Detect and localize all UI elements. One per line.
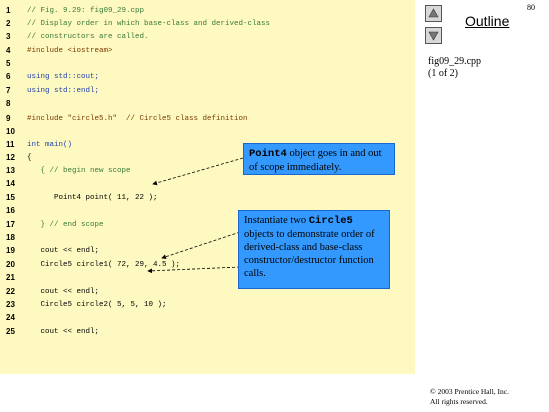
copyright-line-2: All rights reserved. (430, 397, 488, 406)
callout-circle5-pre: Instantiate two (244, 215, 309, 226)
arrow-to-line-13 (152, 157, 244, 186)
next-slide-button[interactable] (425, 27, 442, 44)
previous-slide-button[interactable] (425, 5, 442, 22)
callout-circle5-text: objects to demonstrate order of derived-… (244, 229, 375, 279)
page-number: 80 (527, 3, 535, 12)
callout-point4: Point4 object goes in and out of scope i… (243, 143, 395, 175)
down-arrow-icon (428, 31, 439, 41)
callout-circle5: Instantiate two Circle5 objects to demon… (238, 210, 390, 289)
callout-circle5-code: Circle5 (308, 215, 353, 227)
arrow-to-line-23 (147, 266, 241, 274)
outline-link[interactable]: Outline (465, 13, 509, 29)
callout-point4-code: Point4 (249, 148, 287, 160)
file-name: fig09_29.cpp (428, 56, 482, 67)
copyright-line-1: © 2003 Prentice Hall, Inc. (430, 387, 510, 396)
up-arrow-icon (428, 8, 439, 18)
arrow-to-line-20 (161, 231, 241, 260)
page-of: (1 of 2) (428, 68, 458, 79)
